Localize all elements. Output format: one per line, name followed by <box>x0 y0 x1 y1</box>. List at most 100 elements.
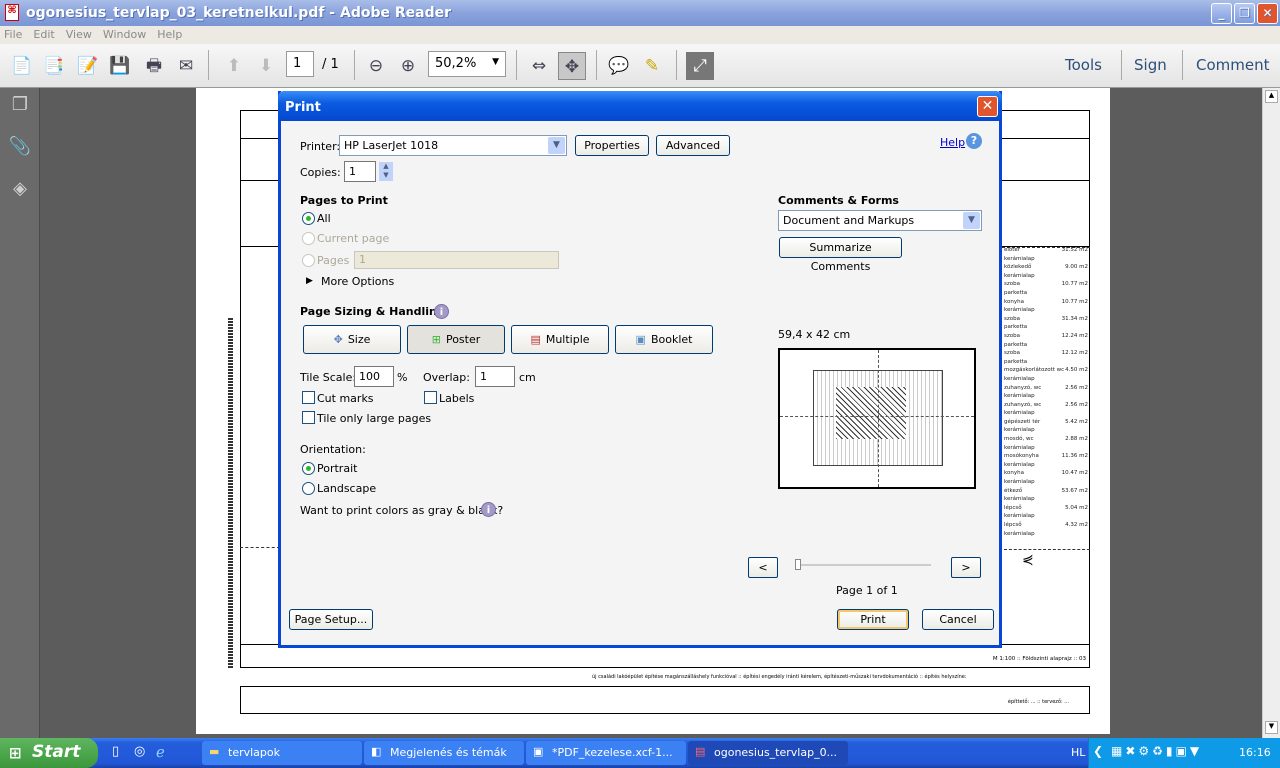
vertical-scrollbar[interactable]: ▲ ▼ <box>1262 88 1280 738</box>
next-page-icon[interactable]: ⬇ <box>252 52 280 80</box>
close-button[interactable]: ✕ <box>1257 3 1278 24</box>
tile-scale-input[interactable]: 100 <box>354 366 394 387</box>
multiple-button-label: Multiple <box>545 333 590 346</box>
quick-launch-icon[interactable]: ▯ <box>112 744 119 759</box>
zoom-value: 50,2% <box>435 56 477 71</box>
pages-range-input[interactable]: 1 <box>354 251 559 269</box>
room-floor: kerámialap <box>1004 375 1035 382</box>
room-name: közlekedő <box>1004 264 1032 271</box>
radio-landscape[interactable] <box>302 482 315 495</box>
scroll-down-icon[interactable]: ▼ <box>1265 721 1278 734</box>
email-icon[interactable]: ✉ <box>172 52 200 80</box>
multiple-button[interactable]: ▤ Multiple <box>511 325 609 354</box>
tile-large-pages-checkbox[interactable] <box>302 411 315 424</box>
menu-window[interactable]: Window <box>103 28 146 41</box>
overlap-input[interactable]: 1 <box>475 366 515 387</box>
previous-page-button[interactable]: < <box>748 557 778 578</box>
print-button[interactable]: Print <box>837 609 909 630</box>
task-adobe-reader[interactable]: ▤ ogonesius_tervlap_0... <box>688 741 848 765</box>
start-button[interactable]: ⊞ Start <box>0 738 98 768</box>
language-indicator[interactable]: HL <box>1071 746 1085 759</box>
control-panel-icon: ◧ <box>371 745 382 758</box>
labels-checkbox[interactable] <box>424 391 437 404</box>
room-area: 31.34 m2 <box>1061 315 1088 322</box>
task-tervlapok[interactable]: ▬ tervlapok <box>202 741 362 765</box>
internet-explorer-icon[interactable]: ℯ <box>156 743 165 761</box>
page-slider[interactable] <box>795 559 931 570</box>
zoom-select[interactable]: 50,2% ▼ <box>428 51 506 77</box>
sticky-note-icon[interactable]: 💬 <box>605 52 633 80</box>
task-megjelenes[interactable]: ◧ Megjelenés és témák <box>364 741 524 765</box>
page-thumbnails-icon[interactable]: ❐ <box>8 94 32 118</box>
print-icon[interactable]: 🖶 <box>140 52 168 80</box>
cut-marks-checkbox[interactable] <box>302 391 315 404</box>
size-button[interactable]: ✥ Size <box>303 325 401 354</box>
save-icon[interactable]: 💾 <box>106 52 134 80</box>
cancel-button[interactable]: Cancel <box>922 609 994 630</box>
slider-thumb[interactable] <box>795 559 801 570</box>
attachments-icon[interactable]: 📎 <box>8 136 32 160</box>
fit-page-icon[interactable]: ✥ <box>558 52 586 80</box>
zoom-in-icon[interactable]: ⊕ <box>394 52 422 80</box>
room-row: szoba 12.24 m2 <box>1004 332 1088 341</box>
tile-scale-label: Tile Scale: <box>300 371 357 384</box>
more-options-toggle[interactable]: More Options <box>321 275 394 288</box>
radio-portrait[interactable] <box>302 462 315 475</box>
sign-pane-button[interactable]: Sign <box>1134 56 1167 74</box>
room-row: zuhanyzó, wc 2.56 m2 <box>1004 401 1088 410</box>
info-icon[interactable]: i <box>481 502 496 517</box>
copies-input[interactable]: 1 <box>344 161 376 182</box>
scroll-up-icon[interactable]: ▲ <box>1265 90 1278 103</box>
people-line: építtető: ... :: tervező: ... <box>1007 699 1069 705</box>
room-name: szoba <box>1004 315 1020 322</box>
previous-page-icon[interactable]: ⬆ <box>220 52 248 80</box>
comments-forms-select[interactable]: Document and Markups ▼ <box>778 210 982 231</box>
booklet-button[interactable]: ▣ Booklet <box>615 325 713 354</box>
tray-expand-icon[interactable]: ❮ <box>1093 744 1103 758</box>
info-icon[interactable]: i <box>434 304 449 319</box>
create-pdf-icon[interactable]: 📄 <box>8 52 36 80</box>
minimize-button[interactable]: _ <box>1211 3 1232 24</box>
tray-icons[interactable]: ▦✖⚙♻▮▣▼ <box>1111 744 1202 758</box>
menu-edit[interactable]: Edit <box>33 28 54 41</box>
tools-pane-button[interactable]: Tools <box>1065 56 1102 74</box>
chevron-down-icon[interactable]: ▼ <box>548 137 565 154</box>
expand-triangle-icon[interactable]: ▶ <box>306 276 313 286</box>
edit-pdf-icon[interactable]: 📝 <box>74 52 102 80</box>
poster-button[interactable]: ⊞ Poster <box>407 325 505 354</box>
page-number-input[interactable]: 1 <box>286 51 314 77</box>
printer-select[interactable]: HP LaserJet 1018 ▼ <box>339 135 567 156</box>
dialog-close-button[interactable]: ✕ <box>977 96 998 117</box>
zoom-out-icon[interactable]: ⊖ <box>362 52 390 80</box>
summarize-comments-button[interactable]: Summarize Comments <box>779 237 902 273</box>
menu-bar: File Edit View Window Help <box>0 26 1280 44</box>
percent-unit: % <box>397 371 408 384</box>
highlight-text-icon[interactable]: ✎ <box>638 52 666 80</box>
help-icon[interactable]: ? <box>966 133 982 149</box>
layers-icon[interactable]: ◈ <box>8 178 32 202</box>
radio-current-page[interactable] <box>302 232 315 245</box>
properties-button[interactable]: Properties <box>575 135 649 156</box>
chevron-down-icon[interactable]: ▼ <box>492 57 499 67</box>
radio-all[interactable] <box>302 212 315 225</box>
export-pdf-icon[interactable]: 📑 <box>40 52 68 80</box>
help-link[interactable]: Help <box>940 136 965 149</box>
radio-pages[interactable] <box>302 254 315 267</box>
quick-launch-icon[interactable]: ◎ <box>134 744 145 759</box>
multiple-icon: ▤ <box>530 333 541 346</box>
maximize-button[interactable]: ❐ <box>1234 3 1255 24</box>
chevron-down-icon[interactable]: ▼ <box>963 212 980 229</box>
next-page-button[interactable]: > <box>951 557 981 578</box>
copies-spinner[interactable]: ▲ ▼ <box>379 162 393 181</box>
menu-file[interactable]: File <box>4 28 22 41</box>
advanced-button[interactable]: Advanced <box>656 135 730 156</box>
fit-width-icon[interactable]: ⇔ <box>525 52 553 80</box>
menu-view[interactable]: View <box>66 28 92 41</box>
task-gimp[interactable]: ▣ *PDF_kezelese.xcf-1... <box>526 741 686 765</box>
print-preview <box>778 348 976 489</box>
full-screen-icon[interactable]: ⤢ <box>686 52 714 80</box>
menu-help[interactable]: Help <box>157 28 182 41</box>
tile-large-pages-label: Tile only large pages <box>317 412 432 425</box>
comment-pane-button[interactable]: Comment <box>1196 56 1270 74</box>
page-setup-button[interactable]: Page Setup... <box>289 609 373 630</box>
